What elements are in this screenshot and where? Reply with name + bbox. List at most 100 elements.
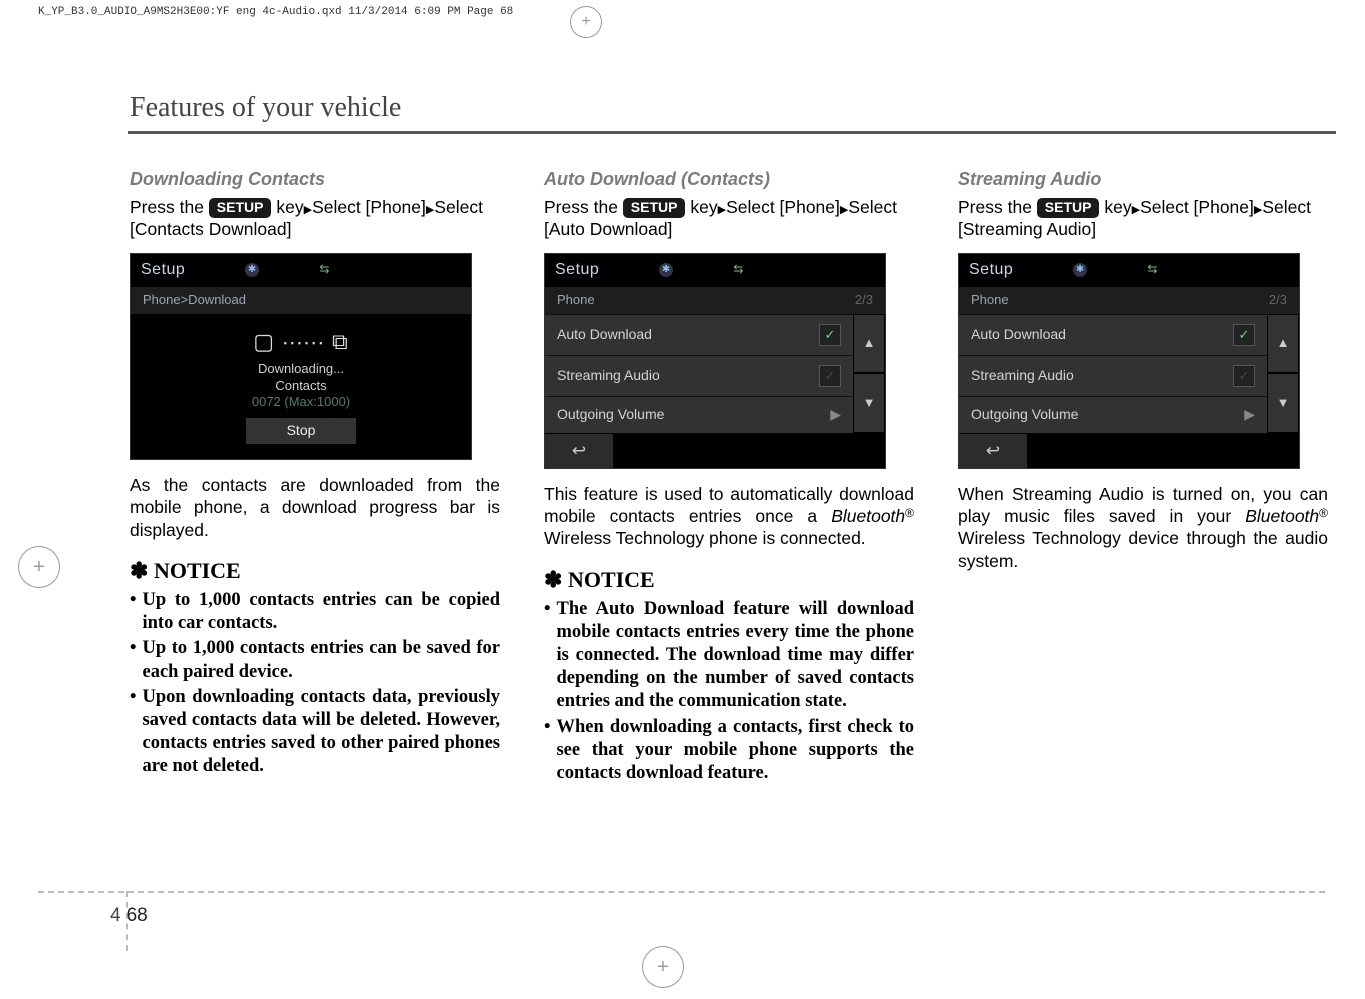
col1-bullet-3: Upon downloading contacts data, previous… [142,686,500,779]
download-body: ▢ ∙∙∙∙∙∙ ⧉ Downloading... Contacts 0072 … [131,314,471,459]
setup-key-label: SETUP [1037,198,1100,218]
crop-mark-left-icon: + [18,546,60,588]
device-header: Setup ✱ ⇆ [959,254,1299,286]
chevron-right-icon: ▶ [1244,406,1255,424]
bluetooth-icon: ✱ [659,263,673,277]
crop-mark-top-icon: + [570,6,602,38]
scroll-up-button[interactable]: ▲ [853,314,885,373]
col1-bullet-1: Up to 1,000 contacts entries can be copi… [142,589,500,635]
stop-button[interactable]: Stop [245,417,357,445]
item-label: Auto Download [971,326,1066,344]
scroll-up-button[interactable]: ▲ [1267,314,1299,373]
bluetooth-icon: ✱ [245,263,259,277]
col2-intro-c: Select [Phone] [726,197,840,217]
crumb-text: Phone [971,292,1009,309]
notice-heading: ✽ NOTICE [130,557,500,585]
back-button[interactable] [545,433,613,468]
item-label: Streaming Audio [971,367,1074,385]
col1-intro-a: Press the [130,197,209,217]
col1-intro: Press the SETUP key▶Select [Phone]▶Selec… [130,196,500,241]
col1-heading: Downloading Contacts [130,168,500,191]
col3-intro-a: Press the [958,197,1037,217]
col3-intro-b: key [1104,197,1131,217]
item-label: Streaming Audio [557,367,660,385]
device-screenshot-download: Setup ✱ ⇆ Phone>Download ▢ ∙∙∙∙∙∙ ⧉ Down… [130,253,472,460]
col3-para-b: Wireless Technology device through the a… [958,528,1328,570]
notice-heading: ✽ NOTICE [544,566,914,594]
signal-icon: ⇆ [1147,262,1158,277]
device-list: Auto Download ✓ Streaming Audio ✓ Outgoing… [959,314,1299,433]
col3-intro-c: Select [Phone] [1140,197,1254,217]
chapter-number: 4 [110,905,121,927]
col2-intro: Press the SETUP key▶Select [Phone]▶Selec… [544,196,914,241]
col3-intro: Press the SETUP key▶Select [Phone]▶Selec… [958,196,1328,241]
col1-notice-list: •Up to 1,000 contacts entries can be cop… [130,589,500,778]
column-3: Streaming Audio Press the SETUP key▶Sele… [958,168,1328,787]
scroll-down-button[interactable]: ▼ [853,373,885,432]
check-icon: ✓ [819,324,841,346]
notice-label: NOTICE [568,567,655,592]
file-header: K_YP_B3.0_AUDIO_A9MS2H3E00:YF eng 4c-Aud… [38,6,513,18]
back-button[interactable] [959,433,1027,468]
col1-intro-b: key [276,197,303,217]
scroll-down-button[interactable]: ▼ [1267,373,1299,432]
signal-icon: ⇆ [319,262,330,277]
col2-intro-b: key [690,197,717,217]
device-list: Auto Download ✓ Streaming Audio ✓ Outgoing… [545,314,885,433]
crumb-text: Phone [557,292,595,309]
item-label: Auto Download [557,326,652,344]
bluetooth-word: Bluetooth [831,506,905,526]
list-item-outgoing-volume[interactable]: Outgoing Volume ▶ [545,396,853,433]
device-title: Setup [969,260,1013,280]
col2-bullet-1: The Auto Download feature will download … [556,598,914,714]
column-2: Auto Download (Contacts) Press the SETUP… [544,168,914,787]
page-number: 4 68 [110,905,148,927]
device-header: Setup ✱ ⇆ [131,254,471,286]
col1-intro-c: Select [Phone] [312,197,426,217]
col2-intro-a: Press the [544,197,623,217]
page-number-value: 68 [127,905,148,927]
item-label: Outgoing Volume [557,406,664,424]
device-title: Setup [141,260,185,280]
chevron-right-icon: ▶ [830,406,841,424]
download-status: Downloading... [131,361,471,378]
col2-notice-list: •The Auto Download feature will download… [544,598,914,785]
list-item-streaming-audio[interactable]: Streaming Audio ✓ [959,355,1267,396]
list-item-streaming-audio[interactable]: Streaming Audio ✓ [545,355,853,396]
bluetooth-word: Bluetooth [1245,506,1319,526]
download-icons: ▢ ∙∙∙∙∙∙ ⧉ [131,328,471,356]
col2-heading: Auto Download (Contacts) [544,168,914,191]
check-icon: ✓ [1233,365,1255,387]
download-count: 0072 (Max:1000) [252,394,350,409]
device-screenshot-auto: Setup ✱ ⇆ Phone 2/3 Auto Download ✓ Strea… [544,253,886,469]
footer-dash [38,891,1325,893]
notice-label: NOTICE [154,558,241,583]
setup-key-label: SETUP [209,198,272,218]
content-columns: Downloading Contacts Press the SETUP key… [130,168,1330,787]
setup-key-label: SETUP [623,198,686,218]
signal-icon: ⇆ [733,262,744,277]
download-label: Contacts [131,378,471,395]
device-breadcrumb: Phone 2/3 [959,286,1299,314]
device-title: Setup [555,260,599,280]
page-indicator: 2/3 [855,292,873,309]
page-indicator: 2/3 [1269,292,1287,309]
page-title: Features of your vehicle [130,92,401,124]
check-icon: ✓ [1233,324,1255,346]
col3-paragraph: When Streaming Audio is turned on, you c… [958,483,1328,573]
col2-para-b: Wireless Technology phone is connected. [544,528,866,548]
col1-bullet-2: Up to 1,000 contacts entries can be save… [142,637,500,683]
column-1: Downloading Contacts Press the SETUP key… [130,168,500,787]
list-item-auto-download[interactable]: Auto Download ✓ [959,314,1267,355]
check-icon: ✓ [819,365,841,387]
col2-paragraph: This feature is used to automatically do… [544,483,914,550]
col2-bullet-2: When downloading a contacts, first check… [556,716,914,785]
device-breadcrumb: Phone 2/3 [545,286,885,314]
device-breadcrumb: Phone>Download [131,286,471,314]
item-label: Outgoing Volume [971,406,1078,424]
col1-paragraph: As the contacts are downloaded from the … [130,474,500,541]
list-item-auto-download[interactable]: Auto Download ✓ [545,314,853,355]
list-item-outgoing-volume[interactable]: Outgoing Volume ▶ [959,396,1267,433]
bluetooth-icon: ✱ [1073,263,1087,277]
device-header: Setup ✱ ⇆ [545,254,885,286]
